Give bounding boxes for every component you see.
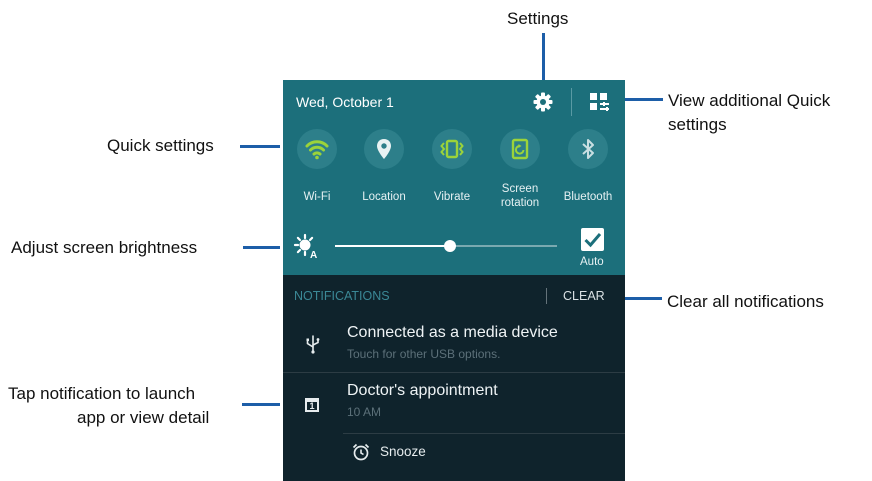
location-toggle[interactable]: [364, 129, 404, 169]
view-additional-callout-line1: View additional Quick: [668, 91, 831, 110]
wifi-label: Wi-Fi: [303, 191, 331, 203]
tap-notification-leader-line: [242, 403, 280, 406]
view-additional-callout-line2: settings: [668, 115, 727, 134]
alarm-clock-icon: [352, 443, 370, 461]
quick-settings-panel: Wed, October 1 Wi-Fi Location Vibrate Sc…: [283, 80, 625, 275]
calendar-notification[interactable]: 1 Doctor's appointment 10 AM Snooze: [283, 373, 625, 477]
grid-edit-icon: [590, 93, 609, 111]
quick-settings-callout: Quick settings: [107, 136, 214, 155]
calendar-icon: 1: [305, 398, 319, 412]
gear-icon: [533, 92, 553, 112]
additional-quick-settings-button[interactable]: [589, 92, 611, 112]
snooze-label: Snooze: [380, 444, 426, 459]
bluetooth-icon: [582, 139, 594, 159]
brightness-leader-line: [243, 246, 280, 249]
clear-button[interactable]: CLEAR: [563, 289, 605, 303]
settings-button[interactable]: [532, 91, 554, 113]
notifications-panel: NOTIFICATIONS CLEAR Connected as a media…: [283, 275, 625, 481]
clear-all-callout: Clear all notifications: [667, 292, 824, 311]
auto-brightness-checkbox[interactable]: [581, 228, 604, 251]
quick-settings-leader-line: [240, 145, 280, 148]
bluetooth-toggle[interactable]: [568, 129, 608, 169]
vibrate-toggle[interactable]: [432, 129, 472, 169]
screen-rotation-label-line1: Screen: [501, 183, 539, 195]
brightness-thumb[interactable]: [444, 240, 456, 252]
screen-rotation-label-line2: rotation: [500, 197, 540, 209]
usb-icon: [306, 335, 320, 354]
snooze-divider: [343, 433, 625, 434]
screen-rotation-toggle[interactable]: [500, 129, 540, 169]
wifi-icon: [305, 140, 329, 160]
checkmark-icon: [584, 233, 602, 248]
bluetooth-label: Bluetooth: [563, 191, 613, 203]
usb-notification[interactable]: Connected as a media device Touch for ot…: [283, 315, 625, 371]
tap-notification-callout-line1: Tap notification to launch: [8, 384, 196, 403]
location-icon: [377, 139, 391, 159]
calendar-day: 1: [309, 401, 315, 411]
auto-label: Auto: [580, 256, 604, 268]
notification-panel: Wed, October 1 Wi-Fi Location Vibrate Sc…: [283, 80, 625, 481]
location-label: Location: [362, 191, 406, 203]
tap-notification-callout-line2: app or view detail: [77, 408, 210, 427]
vibrate-icon: [440, 139, 464, 159]
wifi-toggle[interactable]: [297, 129, 337, 169]
usb-notification-title: Connected as a media device: [347, 324, 558, 341]
brightness-slider[interactable]: [335, 235, 557, 257]
brightness-callout: Adjust screen brightness: [11, 238, 198, 257]
usb-notification-subtitle: Touch for other USB options.: [347, 347, 501, 361]
status-date: Wed, October 1: [296, 94, 394, 110]
settings-callout: Settings: [507, 9, 569, 28]
brightness-fill: [335, 245, 450, 247]
brightness-auto-icon: A: [293, 233, 317, 259]
svg-text:A: A: [310, 250, 317, 259]
screen-rotation-icon: [511, 138, 529, 160]
header-separator: [571, 88, 572, 116]
calendar-notification-subtitle: 10 AM: [347, 405, 382, 419]
clear-separator: [546, 288, 547, 304]
snooze-button[interactable]: Snooze: [351, 439, 461, 467]
calendar-notification-title: Doctor's appointment: [347, 382, 498, 399]
vibrate-label: Vibrate: [433, 191, 471, 203]
notifications-header: NOTIFICATIONS: [294, 289, 390, 303]
